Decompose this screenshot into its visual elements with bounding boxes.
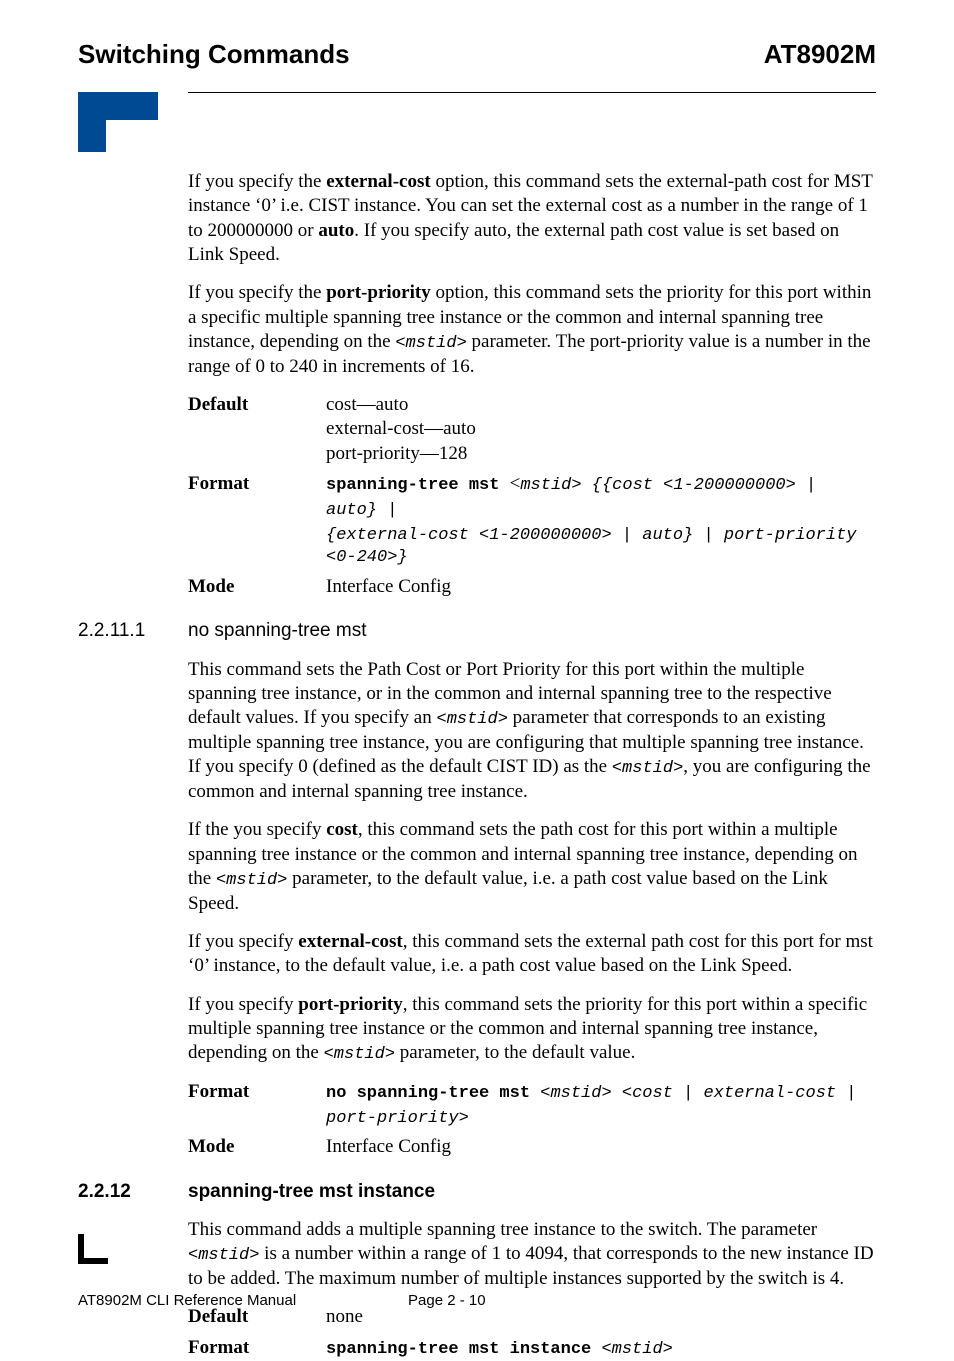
section-title: spanning-tree mst instance	[188, 1180, 435, 1204]
decorative-corner-icon	[78, 1234, 108, 1264]
paragraph: This command sets the Path Cost or Port …	[188, 658, 876, 805]
mode-label: Mode	[188, 1135, 326, 1159]
page-number: Page 2 - 10	[408, 1291, 486, 1310]
format-label: Format	[188, 1080, 326, 1130]
paragraph: If you specify the port-priority option,…	[188, 281, 876, 379]
header-rule	[188, 92, 876, 93]
mode-label: Mode	[188, 575, 326, 599]
format-value: spanning-tree mst instance <mstid>	[326, 1336, 876, 1361]
section-number: 2.2.12	[78, 1180, 188, 1204]
section-title: no spanning-tree mst	[188, 619, 367, 643]
section-heading: 2.2.12 spanning-tree mst instance	[78, 1180, 876, 1204]
default-label: Default	[188, 393, 326, 466]
default-value: cost—auto external-cost—auto port-priori…	[326, 393, 876, 466]
decorative-corner-icon	[78, 92, 158, 152]
format-label: Format	[188, 1336, 326, 1361]
paragraph: If the you specify cost, this command se…	[188, 818, 876, 916]
section-heading: 2.2.11.1 no spanning-tree mst	[78, 619, 876, 643]
format-label: Format	[188, 472, 326, 569]
format-value: no spanning-tree mst <mstid> <cost | ext…	[326, 1080, 876, 1130]
running-head-right: AT8902M	[764, 38, 876, 71]
mode-value: Interface Config	[326, 1135, 876, 1159]
section-number: 2.2.11.1	[78, 619, 188, 643]
format-value: spanning-tree mst <mstid> {{cost <1-2000…	[326, 472, 876, 569]
paragraph: This command adds a multiple spanning tr…	[188, 1218, 876, 1291]
paragraph: If you specify external-cost, this comma…	[188, 930, 876, 979]
mode-value: Interface Config	[326, 575, 876, 599]
running-head-left: Switching Commands	[78, 38, 350, 71]
paragraph: If you specify the external-cost option,…	[188, 170, 876, 267]
footer-left: AT8902M CLI Reference Manual	[78, 1291, 408, 1310]
paragraph: If you specify port-priority, this comma…	[188, 993, 876, 1066]
